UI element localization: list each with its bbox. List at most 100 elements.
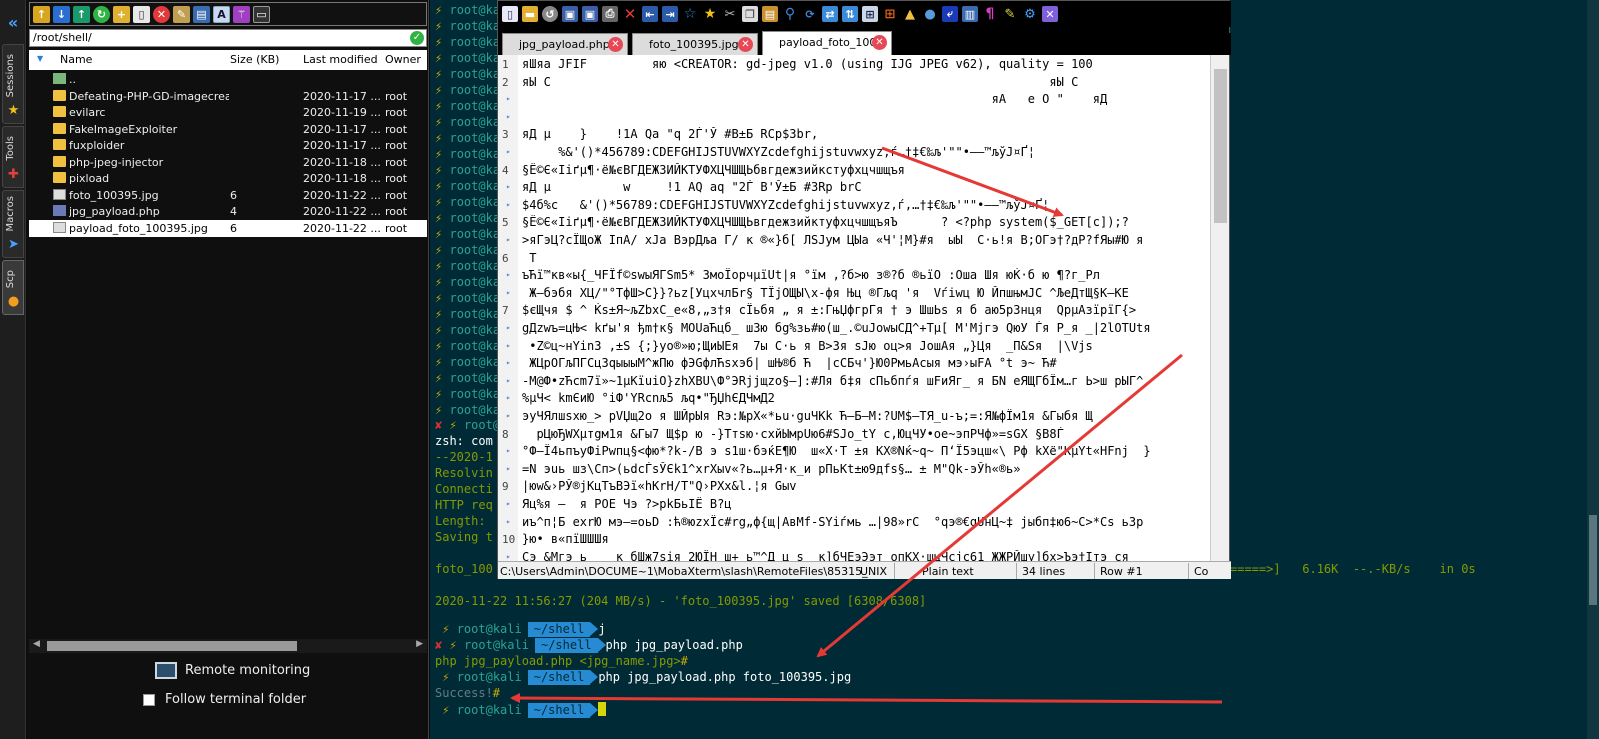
settings-icon[interactable]: ⚙ — [1022, 6, 1038, 22]
settings-wand-icon[interactable]: ⚚ — [233, 5, 250, 23]
editor-line: §Ё©Є«Ііґµ¶·ё№єВГДЕЖЗИЙКТУФХЦЧШЩЬвгдежзий… — [522, 215, 1129, 230]
apple-icon[interactable]: ● — [922, 6, 938, 22]
bolt-icon: ⚡ — [435, 99, 443, 113]
tab-jpg-payload-php[interactable]: jpg_payload.php ✕ — [502, 33, 628, 55]
print-icon[interactable]: ⎙ — [602, 6, 618, 22]
close-tab-icon[interactable]: ✕ — [608, 37, 623, 52]
close-tab-icon[interactable]: ✕ — [872, 35, 887, 50]
col-size[interactable]: Size (KB) — [230, 53, 279, 66]
tab-sessions[interactable]: Sessions ★ — [2, 44, 24, 124]
check-icon[interactable]: ✓ — [410, 31, 424, 45]
remote-monitoring-button[interactable]: Remote monitoring — [155, 660, 310, 680]
tab-macros[interactable]: Macros ➤ — [2, 190, 24, 258]
rename-icon[interactable]: ▤ — [193, 5, 210, 23]
file-row[interactable]: jpg_payload.php 4 2020-11-22 ... root — [29, 203, 427, 220]
file-size: 6 — [230, 188, 237, 202]
folder-icon — [53, 89, 66, 101]
permissions-icon[interactable]: ✎ — [173, 5, 190, 23]
bookmark-star-icon[interactable]: ★ — [702, 6, 718, 22]
file-row[interactable]: evilarc 2020-11-19 ... root — [29, 104, 427, 121]
file-row[interactable]: foto_100395.jpg 6 2020-11-22 ... root — [29, 187, 427, 204]
file-size: 4 — [230, 205, 237, 218]
indent-icon[interactable]: ⇥ — [662, 6, 678, 22]
tab-scp[interactable]: Scp ● — [2, 260, 24, 315]
delete-icon[interactable]: ✕ — [153, 5, 170, 23]
sort-arrow-icon[interactable]: ▼ — [37, 54, 43, 63]
terminal-icon[interactable]: ▭ — [253, 5, 270, 23]
editor-line: Яц%я — я РОЕ Чэ ?>pkБьIЁ В?ц — [522, 497, 732, 511]
parent-folder-icon[interactable]: ↑ — [33, 5, 50, 23]
editor-text-area[interactable]: 1 2 ▸ ▸ 3 ▸ 4 ▸ ▸ 5 ▸ 6 ▸ ▸ 7 ▸ ▸ ▸ ▸ ▸ ▸ 8 ▸ ▸ 9 ▸ ▸ 10 ▸ яШяа JFIF… — [498, 55, 1210, 561]
col-owner[interactable]: Owner — [385, 53, 421, 66]
tab-tools[interactable]: Tools ✚ — [2, 126, 24, 188]
open-folder-icon[interactable]: ▬ — [522, 6, 538, 22]
editor-scrollbar[interactable] — [1210, 55, 1229, 561]
tab-payload-foto[interactable]: payload_foto_100... ✕ — [762, 31, 892, 55]
save-all-icon[interactable]: ▣ — [582, 6, 598, 22]
editor-line: яЫ C яЫ C — [522, 74, 1079, 89]
editor-line: яД µ w !1 AQ aq "2Ѓ В'Ў±Б #3Rр brС — [522, 180, 862, 195]
wrap-marker-icon: ▸ — [506, 147, 511, 156]
goto-line-icon[interactable]: ⇅ — [842, 6, 858, 22]
col-name[interactable]: Name — [60, 53, 92, 66]
editor-line: Сэ &Мгэ ь к бШж7ѕiя 2ЮЇН ш+ ь™^Д ц ѕ к]б… — [522, 549, 1129, 561]
command: php jpg_payload.php — [605, 638, 743, 652]
linux-icon[interactable]: ▲ — [902, 6, 918, 22]
send-icon: ➤ — [8, 237, 19, 252]
editor-scroll-thumb[interactable] — [1214, 69, 1227, 223]
exit-icon[interactable]: ✕ — [1042, 6, 1058, 22]
bookmark-star-outline-icon[interactable]: ☆ — [682, 6, 698, 22]
file-modified: 2020-11-17 ... — [303, 139, 381, 152]
pilcrow-icon[interactable]: ¶ — [982, 6, 998, 22]
editor-line: $єЩчя $ ^ Ќѕ±Я~љZbxС_е«8,„з†я сЇьбя „ я … — [522, 303, 1137, 318]
terminal-scroll-thumb[interactable] — [1589, 515, 1597, 605]
replace-icon[interactable]: ⇄ — [822, 6, 838, 22]
file-row[interactable]: php-jpeg-injector 2020-11-18 ... root — [29, 154, 427, 171]
col-modified[interactable]: Last modified — [303, 53, 378, 66]
windows-icon[interactable]: ⊞ — [882, 6, 898, 22]
save-icon[interactable]: ▣ — [562, 6, 578, 22]
close-icon[interactable]: ✕ — [622, 5, 638, 23]
file-row[interactable]: payload_foto_100395.jpg 6 2020-11-22 ... ro… — [29, 219, 427, 237]
file-row[interactable]: Defeating-PHP-GD-imagecreat... 2020-11-17… — [29, 88, 427, 105]
reload-icon[interactable]: ↺ — [542, 6, 558, 22]
file-name: pixload — [69, 172, 110, 185]
tab-foto-100395-jpg[interactable]: foto_100395.jpg ✕ — [632, 33, 758, 55]
scrollbar-thumb[interactable] — [47, 641, 297, 651]
scroll-right-icon[interactable]: ▶ — [416, 639, 423, 649]
find-next-icon[interactable]: ⟳ — [802, 6, 818, 22]
outdent-icon[interactable]: ⇤ — [642, 6, 658, 22]
format-icon[interactable]: ⊞ — [862, 6, 878, 22]
file-row[interactable]: .. — [29, 71, 427, 88]
paste-icon[interactable]: ▤ — [762, 6, 778, 22]
find-icon[interactable]: ⚲ — [782, 6, 798, 22]
editor-line: •Z©ц~нYin3 ,±Ѕ {;}уо®»ю;ЩиЫЕя 7ы С·ь я В… — [522, 338, 1093, 353]
file-row[interactable]: FakeImageExploiter 2020-11-17 ... root — [29, 121, 427, 138]
follow-terminal-option[interactable]: Follow terminal folder — [143, 692, 306, 707]
new-file-icon[interactable]: ▯ — [133, 5, 150, 23]
follow-terminal-checkbox[interactable] — [143, 693, 155, 706]
monitor-icon — [155, 661, 177, 679]
status-path: C:\Users\Admin\DOCUME~1\MobaXterm\slash\… — [500, 565, 868, 578]
upload-icon[interactable]: ↑ — [73, 5, 90, 23]
file-list-scrollbar[interactable]: ◀ ▶ — [29, 639, 427, 653]
terminal-scrollbar[interactable] — [1587, 0, 1599, 739]
resolving-line: Resolvin — [435, 466, 493, 480]
text-icon[interactable]: ▥ — [962, 6, 978, 22]
download-icon[interactable]: ↓ — [53, 5, 70, 23]
file-row[interactable]: fuxploider 2020-11-17 ... root — [29, 137, 427, 154]
cut-icon[interactable]: ✂ — [722, 6, 738, 22]
file-row[interactable]: pixload 2020-11-18 ... root — [29, 170, 427, 187]
refresh-icon[interactable]: ↻ — [93, 5, 110, 23]
copy-icon[interactable]: ❐ — [742, 6, 758, 22]
close-tab-icon[interactable]: ✕ — [738, 37, 753, 52]
wrap-icon[interactable]: ⤶ — [942, 6, 958, 22]
path-input[interactable]: /root/shell/ ✓ — [29, 29, 427, 47]
highlight-icon[interactable]: ✎ — [1002, 6, 1018, 22]
new-folder-icon[interactable]: + — [113, 5, 130, 23]
scroll-left-icon[interactable]: ◀ — [33, 639, 40, 649]
new-document-icon[interactable]: ▯ — [502, 6, 518, 22]
collapse-panel-icon[interactable]: « — [4, 12, 22, 34]
text-mode-icon[interactable]: A — [213, 5, 230, 23]
terminal-command-line: ⚡ root@kali ~/shell php jpg_payload.php fo… — [442, 670, 852, 685]
